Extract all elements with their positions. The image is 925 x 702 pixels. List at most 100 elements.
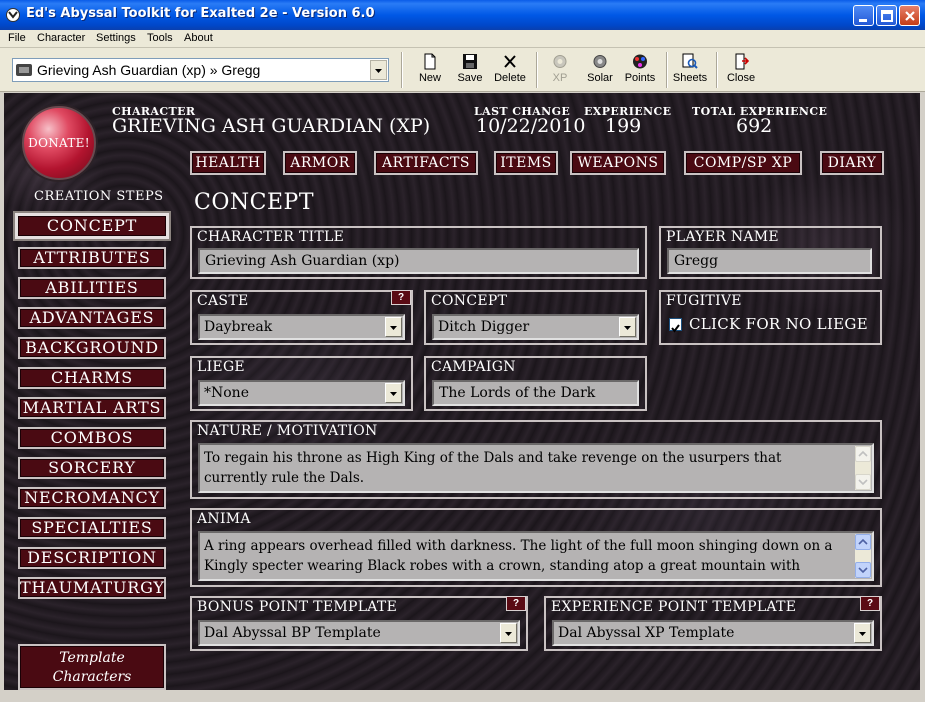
- character-select-value: Grieving Ash Guardian (xp) » Gregg: [37, 62, 261, 78]
- chevron-down-icon[interactable]: [370, 60, 387, 80]
- scroll-up-icon[interactable]: [855, 446, 871, 462]
- player-name-label: PLAYER NAME: [666, 229, 779, 245]
- player-name-field[interactable]: Gregg: [667, 248, 872, 274]
- nature-textarea[interactable]: To regain his throne as High King of the…: [198, 443, 874, 493]
- toolbar-separator: [401, 52, 403, 88]
- toolbar-separator: [666, 52, 668, 88]
- character-name: GRIEVING ASH GUARDIAN (XP): [112, 115, 431, 137]
- menu-character[interactable]: Character: [37, 32, 85, 44]
- step-background[interactable]: Background: [18, 337, 166, 359]
- tab-items[interactable]: Items: [494, 151, 558, 175]
- new-document-icon: [424, 53, 436, 70]
- step-attributes[interactable]: Attributes: [18, 247, 166, 269]
- scroll-down-icon[interactable]: [855, 562, 871, 578]
- step-necromancy[interactable]: Necromancy: [18, 487, 166, 509]
- caste-help-button[interactable]: ?: [391, 290, 411, 305]
- delete-button[interactable]: Delete: [492, 52, 528, 90]
- solar-button-label: Solar: [587, 72, 613, 84]
- liege-select[interactable]: *None: [198, 380, 405, 406]
- xp-sun-icon: [553, 55, 567, 68]
- nature-scrollbar[interactable]: [855, 446, 871, 490]
- delete-button-label: Delete: [494, 72, 526, 84]
- total-experience-value: 692: [736, 115, 773, 137]
- concept-select[interactable]: Ditch Digger: [432, 314, 639, 340]
- caste-group: CASTE ? Daybreak: [190, 290, 413, 345]
- status-bar: [0, 690, 925, 702]
- step-sorcery[interactable]: Sorcery: [18, 457, 166, 479]
- tab-comp-sp-xp[interactable]: Comp/Sp XP: [684, 151, 802, 175]
- chevron-down-icon[interactable]: [619, 317, 636, 337]
- chevron-down-icon[interactable]: [385, 317, 402, 337]
- toolbar-separator: [716, 52, 718, 88]
- close-button-label: Close: [726, 72, 756, 84]
- step-thaumaturgy[interactable]: Thaumaturgy: [18, 577, 166, 599]
- template-characters-button[interactable]: Template Characters: [18, 644, 166, 690]
- bonus-template-label: BONUS POINT TEMPLATE: [197, 599, 398, 615]
- solar-button[interactable]: Solar: [583, 52, 617, 90]
- fugitive-checkbox[interactable]: [669, 318, 682, 333]
- xp-template-select[interactable]: Dal Abyssal XP Template: [552, 620, 874, 646]
- anima-textarea[interactable]: A ring appears overhead filled with dark…: [198, 531, 874, 581]
- scroll-down-icon[interactable]: [855, 474, 871, 490]
- character-title-label: CHARACTER TITLE: [197, 229, 345, 245]
- tab-health[interactable]: Health: [190, 151, 266, 175]
- solar-sun-icon: [593, 55, 607, 68]
- chevron-down-icon[interactable]: [385, 383, 402, 403]
- new-button-label: New: [418, 72, 441, 84]
- sheets-button[interactable]: Sheets: [672, 52, 708, 90]
- campaign-label: CAMPAIGN: [431, 359, 516, 375]
- xp-template-label: EXPERIENCE POINT TEMPLATE: [551, 599, 797, 615]
- checkmark-icon: [671, 324, 680, 333]
- character-select[interactable]: Grieving Ash Guardian (xp) » Gregg: [12, 58, 389, 82]
- step-martial-arts[interactable]: Martial Arts: [18, 397, 166, 419]
- character-title-field[interactable]: Grieving Ash Guardian (xp): [198, 248, 639, 274]
- step-description[interactable]: Description: [18, 547, 166, 569]
- maximize-button[interactable]: [876, 5, 897, 26]
- points-button[interactable]: Points: [622, 52, 658, 90]
- menu-settings[interactable]: Settings: [96, 32, 136, 44]
- new-button[interactable]: New: [413, 52, 447, 90]
- chevron-down-icon[interactable]: [854, 623, 871, 643]
- step-specialties[interactable]: Specialties: [18, 517, 166, 539]
- menu-bar: File Character Settings Tools About: [0, 30, 925, 48]
- anima-scrollbar[interactable]: [855, 534, 871, 578]
- xp-template-help-button[interactable]: ?: [860, 596, 880, 611]
- close-button[interactable]: Close: [724, 52, 758, 90]
- xp-button[interactable]: XP: [546, 52, 574, 90]
- donate-label: DONATE!: [28, 136, 90, 150]
- save-button[interactable]: Save: [453, 52, 487, 90]
- menu-about[interactable]: About: [184, 32, 213, 44]
- tab-weapons[interactable]: Weapons: [570, 151, 666, 175]
- tab-artifacts[interactable]: Artifacts: [374, 151, 478, 175]
- scroll-up-icon[interactable]: [855, 534, 871, 550]
- campaign-group: CAMPAIGN The Lords of the Dark: [424, 356, 647, 411]
- caste-select[interactable]: Daybreak: [198, 314, 405, 340]
- bonus-template-select[interactable]: Dal Abyssal BP Template: [198, 620, 520, 646]
- step-advantages[interactable]: Advantages: [18, 307, 166, 329]
- floppy-disk-icon: [463, 54, 477, 69]
- bonus-template-help-button[interactable]: ?: [506, 596, 526, 611]
- anima-group: ANIMA A ring appears overhead filled wit…: [190, 508, 882, 587]
- tab-diary[interactable]: Diary: [820, 151, 884, 175]
- player-name-group: PLAYER NAME Gregg: [659, 226, 882, 279]
- fugitive-checkbox-label[interactable]: CLICK FOR NO LIEGE: [689, 315, 868, 333]
- step-charms[interactable]: Charms: [18, 367, 166, 389]
- menu-file[interactable]: File: [8, 32, 26, 44]
- donate-button[interactable]: DONATE!: [22, 106, 96, 180]
- points-button-label: Points: [624, 72, 656, 84]
- menu-tools[interactable]: Tools: [147, 32, 173, 44]
- step-abilities[interactable]: Abilities: [18, 277, 166, 299]
- anima-label: ANIMA: [197, 511, 251, 527]
- bonus-template-value: Dal Abyssal BP Template: [204, 625, 381, 641]
- maximize-icon: [881, 10, 893, 22]
- close-window-button[interactable]: [899, 5, 920, 26]
- sheets-button-label: Sheets: [672, 72, 708, 84]
- chevron-down-icon[interactable]: [500, 623, 517, 643]
- step-combos[interactable]: Combos: [18, 427, 166, 449]
- step-concept[interactable]: Concept: [13, 211, 171, 241]
- minimize-button[interactable]: [853, 5, 874, 26]
- tab-armor[interactable]: Armor: [283, 151, 357, 175]
- campaign-field[interactable]: The Lords of the Dark: [432, 380, 639, 406]
- concept-group: CONCEPT Ditch Digger: [424, 290, 647, 345]
- sheets-search-icon: [682, 53, 698, 69]
